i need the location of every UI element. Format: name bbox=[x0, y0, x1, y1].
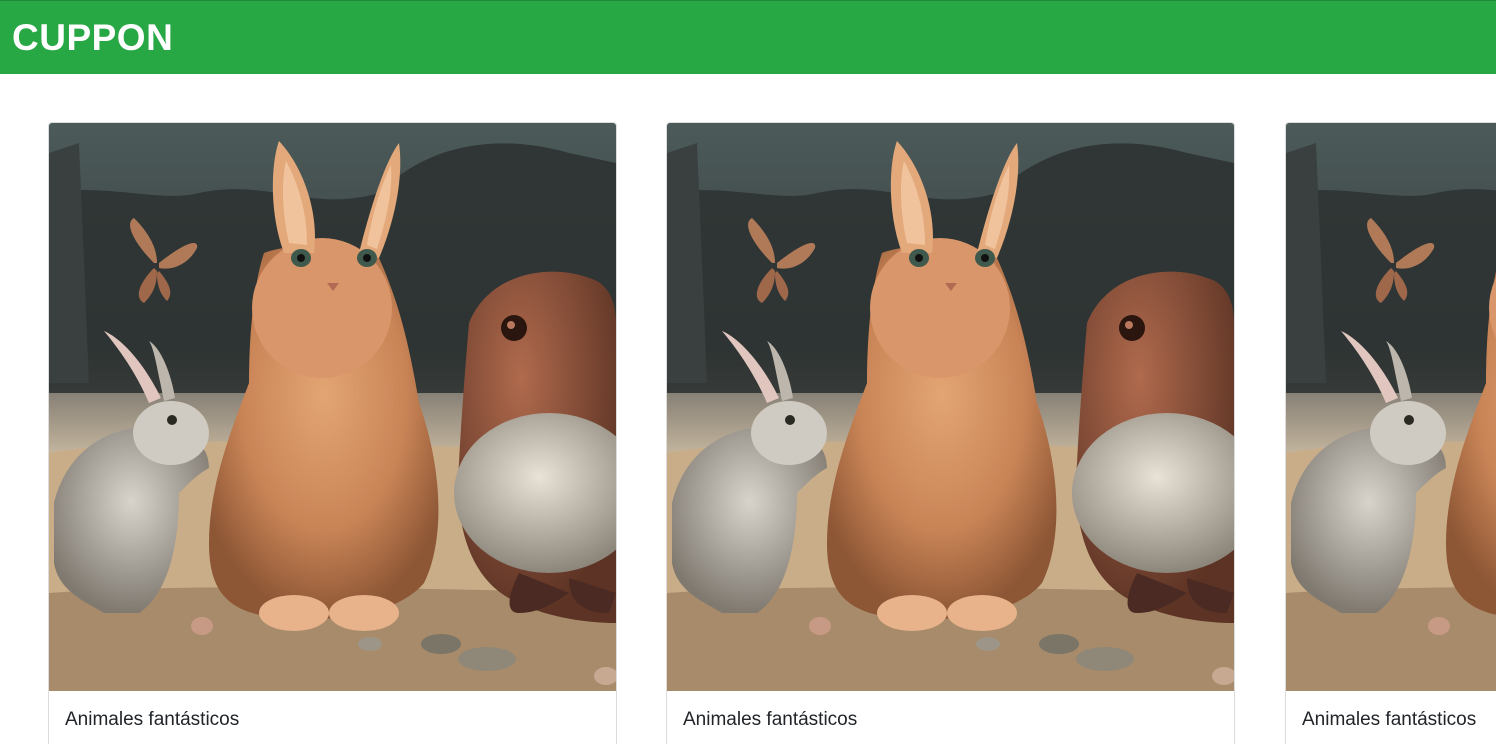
product-card[interactable]: Animales fantásticos bbox=[666, 122, 1235, 744]
card-title: Animales fantásticos bbox=[683, 709, 858, 730]
fantasy-animals-image[interactable] bbox=[49, 123, 616, 691]
card-title: Animales fantásticos bbox=[65, 709, 240, 730]
product-card[interactable]: Animales fantásticos bbox=[48, 122, 617, 744]
card-title: Animales fantásticos bbox=[1302, 709, 1477, 730]
fantasy-animals-image[interactable] bbox=[1286, 123, 1496, 691]
fantasy-animals-image[interactable] bbox=[667, 123, 1234, 691]
product-card[interactable]: Animales fantásticos bbox=[1285, 122, 1496, 744]
card-grid: Animales fantásticos Animales fantástico… bbox=[0, 0, 1496, 744]
